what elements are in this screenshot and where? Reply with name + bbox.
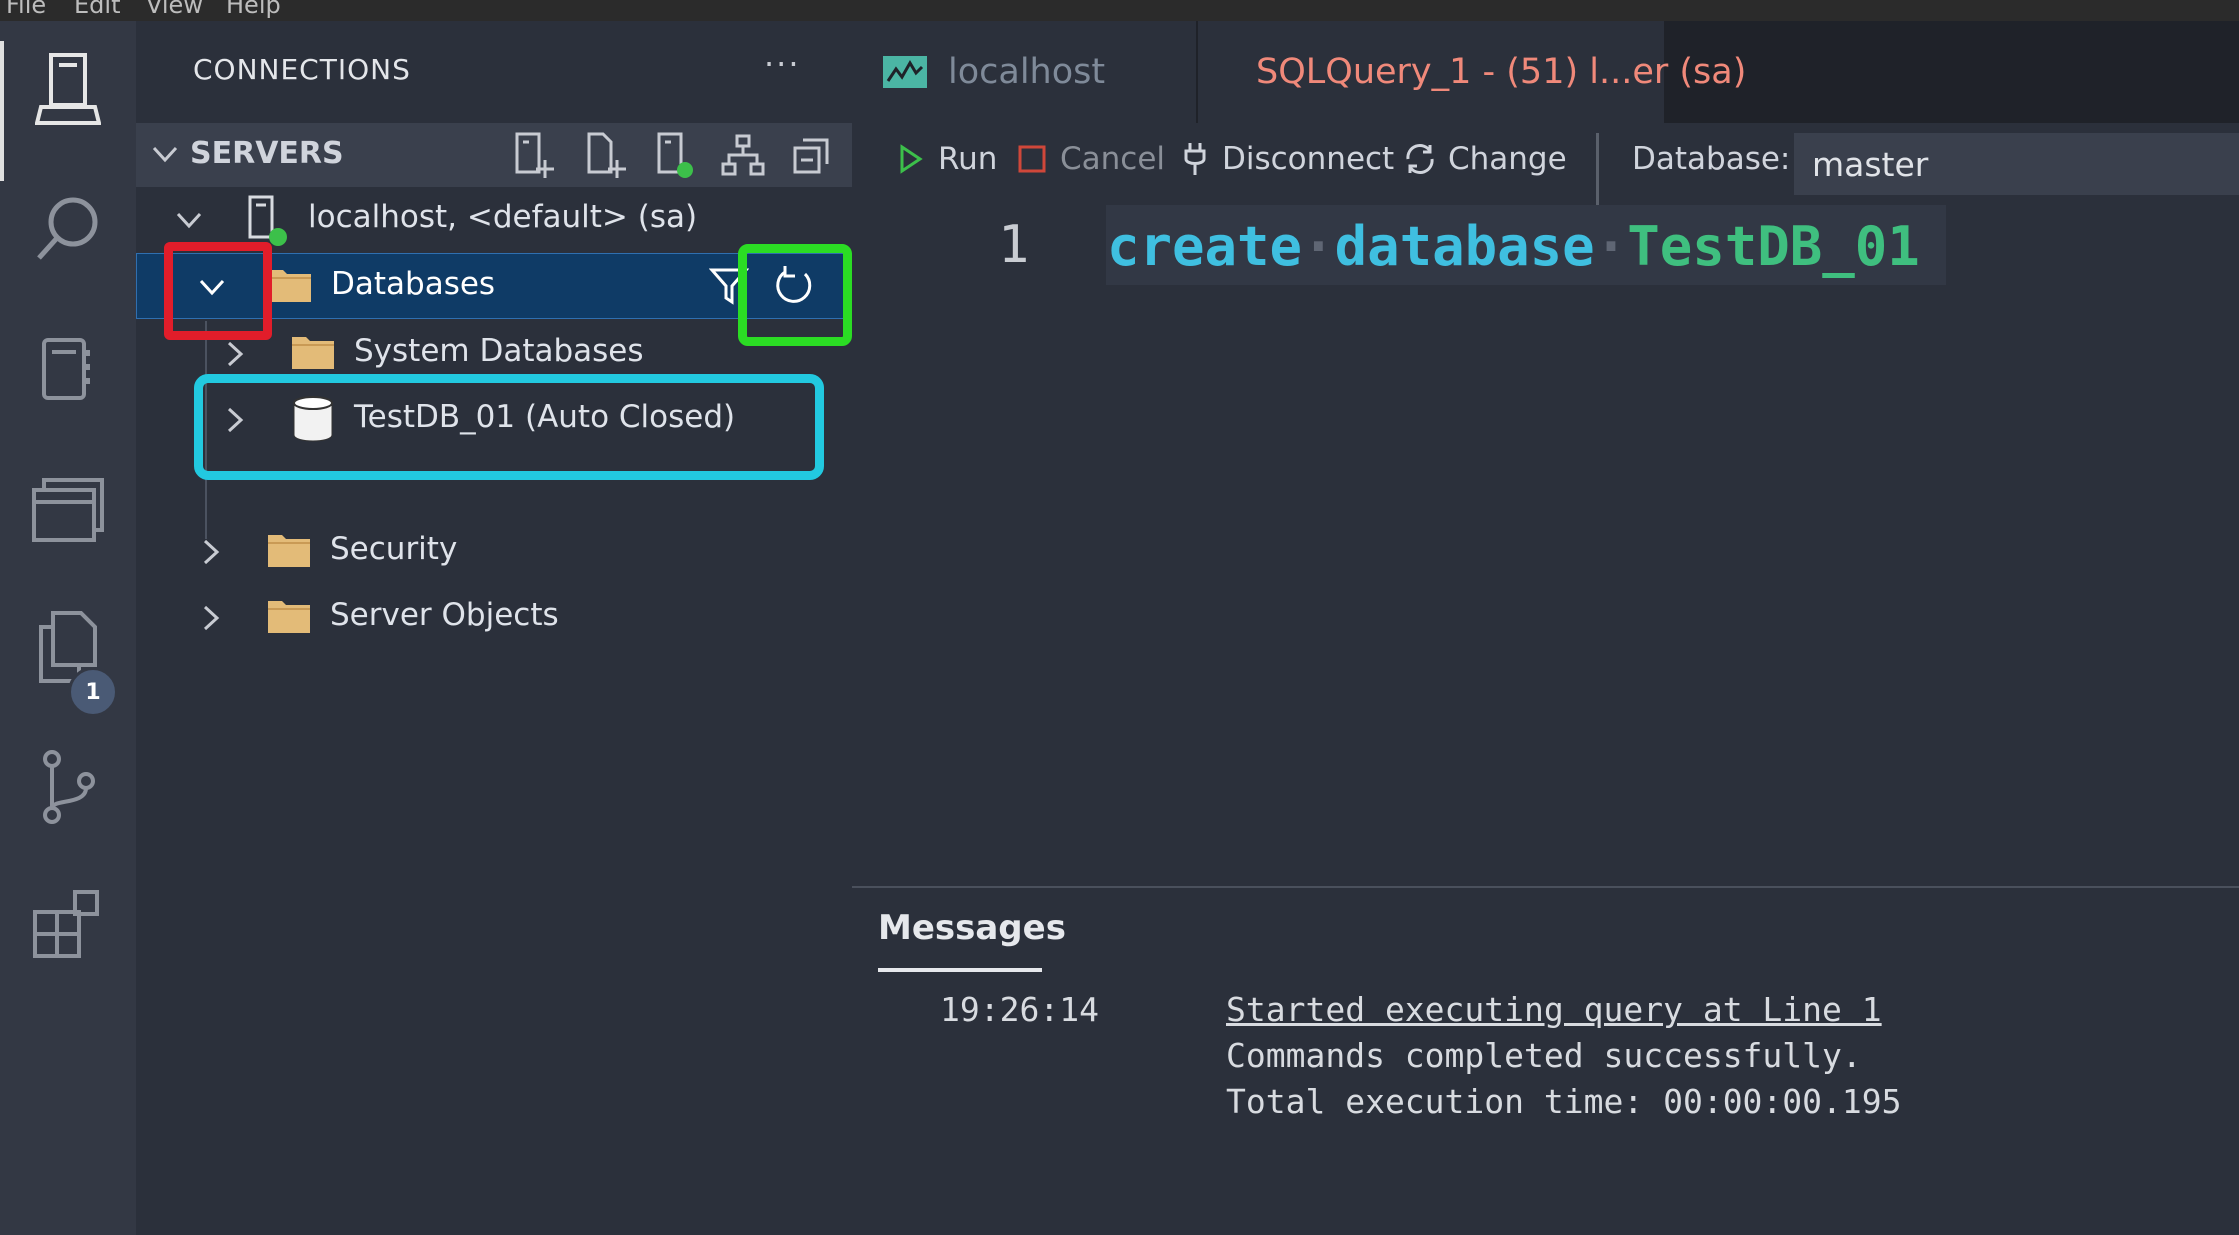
active-connections-icon[interactable] [650,131,700,181]
annotation-green-box [738,244,852,346]
security-label: Security [330,531,458,567]
change-connection-button[interactable]: Change [1402,141,1567,177]
code-keyword-database: database [1334,215,1595,278]
play-icon [900,144,923,174]
change-icon [1406,144,1434,174]
connections-icon[interactable] [20,41,116,137]
server-label: localhost, <default> (sa) [308,199,698,235]
whitespace-dot: · [1594,215,1628,278]
folder-icon [292,337,334,369]
toolbar-separator [1596,133,1599,207]
code-identifier: TestDB_01 [1627,215,1920,278]
database-select-value: master [1812,145,1929,184]
annotation-red-box [164,242,272,340]
sidebar-title: CONNECTIONS [193,53,411,86]
whitespace-dot: · [1302,215,1335,278]
chevron-right-icon[interactable] [196,537,226,567]
source-control-icon[interactable] [20,739,116,835]
annotation-cyan-box [194,374,824,480]
cancel-label: Cancel [1060,141,1166,177]
pending-changes-badge: 1 [68,667,118,717]
message-line: Commands completed successfully. [1226,1036,1862,1075]
new-server-group-icon[interactable] [580,131,630,181]
tab-sqlquery-label: SQLQuery_1 - (51) l...er (sa) [1256,52,1747,92]
code-line[interactable]: create·database·TestDB_01 [1107,215,1920,278]
new-connection-icon[interactable] [508,131,558,181]
server-hierarchy-icon[interactable] [718,131,768,181]
code-keyword-create: create [1107,215,1303,278]
tab-sqlquery[interactable]: SQLQuery_1 - (51) l...er (sa) [1198,21,1746,123]
menu-view[interactable]: View [146,0,203,19]
task-history-icon[interactable] [20,461,116,557]
chevron-right-icon[interactable] [196,603,226,633]
menu-help[interactable]: Help [226,0,281,19]
connections-sidebar: CONNECTIONS ··· SERVERS localhost, <defa… [136,21,852,1235]
run-button[interactable]: Run [898,141,997,177]
cancel-button[interactable]: Cancel [1018,141,1165,177]
messages-tab-underline [878,968,1042,972]
server-objects-label: Server Objects [330,597,559,633]
dashboard-icon [883,56,927,88]
query-toolbar: Run Cancel Disconnect Change Database: m… [852,123,2239,215]
tree-item-server-objects[interactable]: Server Objects [136,585,852,649]
messages-tab[interactable]: Messages [878,908,1066,948]
databases-label: Databases [331,266,496,302]
system-databases-label: System Databases [354,333,644,369]
message-link[interactable]: Started executing query at Line 1 [1226,990,1882,1029]
chevron-right-icon[interactable] [220,339,250,369]
folder-icon [268,535,310,567]
folder-icon [268,601,310,633]
menu-edit[interactable]: Edit [74,0,120,19]
change-label: Change [1448,141,1567,177]
editor-tab-bar: localhost SQLQuery_1 - (51) l...er (sa) [852,21,2239,123]
disconnect-label: Disconnect [1222,141,1395,177]
notebook-icon[interactable] [20,321,116,417]
database-label: Database: [1632,141,1791,177]
menu-bar: File Edit View Help [0,0,2239,21]
servers-section-header[interactable]: SERVERS [136,123,852,187]
query-editor[interactable]: 1 create·database·TestDB_01 [852,205,2239,885]
database-select[interactable]: master [1794,133,2239,195]
chevron-down-icon[interactable] [174,205,204,235]
run-label: Run [938,141,998,177]
servers-label: SERVERS [190,136,344,171]
active-indicator [0,41,4,181]
messages-panel: Messages 19:26:14 Started executing quer… [852,888,2239,1235]
plug-icon [1184,143,1206,175]
server-icon [248,195,287,246]
more-actions-icon[interactable]: ··· [764,45,801,83]
message-time: 19:26:14 [940,990,1099,1029]
message-line: Total execution time: 00:00:00.195 [1226,1082,1902,1121]
stop-icon [1018,145,1046,173]
tree-item-security[interactable]: Security [136,519,852,583]
activity-bar: 1 [0,21,136,1235]
collapse-all-icon[interactable] [786,131,836,181]
menu-file[interactable]: File [6,0,46,19]
extensions-icon[interactable] [20,877,116,973]
line-number: 1 [998,215,1030,275]
disconnect-button[interactable]: Disconnect [1182,141,1394,177]
search-icon[interactable] [20,181,116,277]
tab-localhost-label: localhost [948,52,1106,92]
folder-icon [269,270,311,302]
chevron-down-icon[interactable] [150,139,180,169]
tab-localhost[interactable]: localhost [852,21,1198,123]
